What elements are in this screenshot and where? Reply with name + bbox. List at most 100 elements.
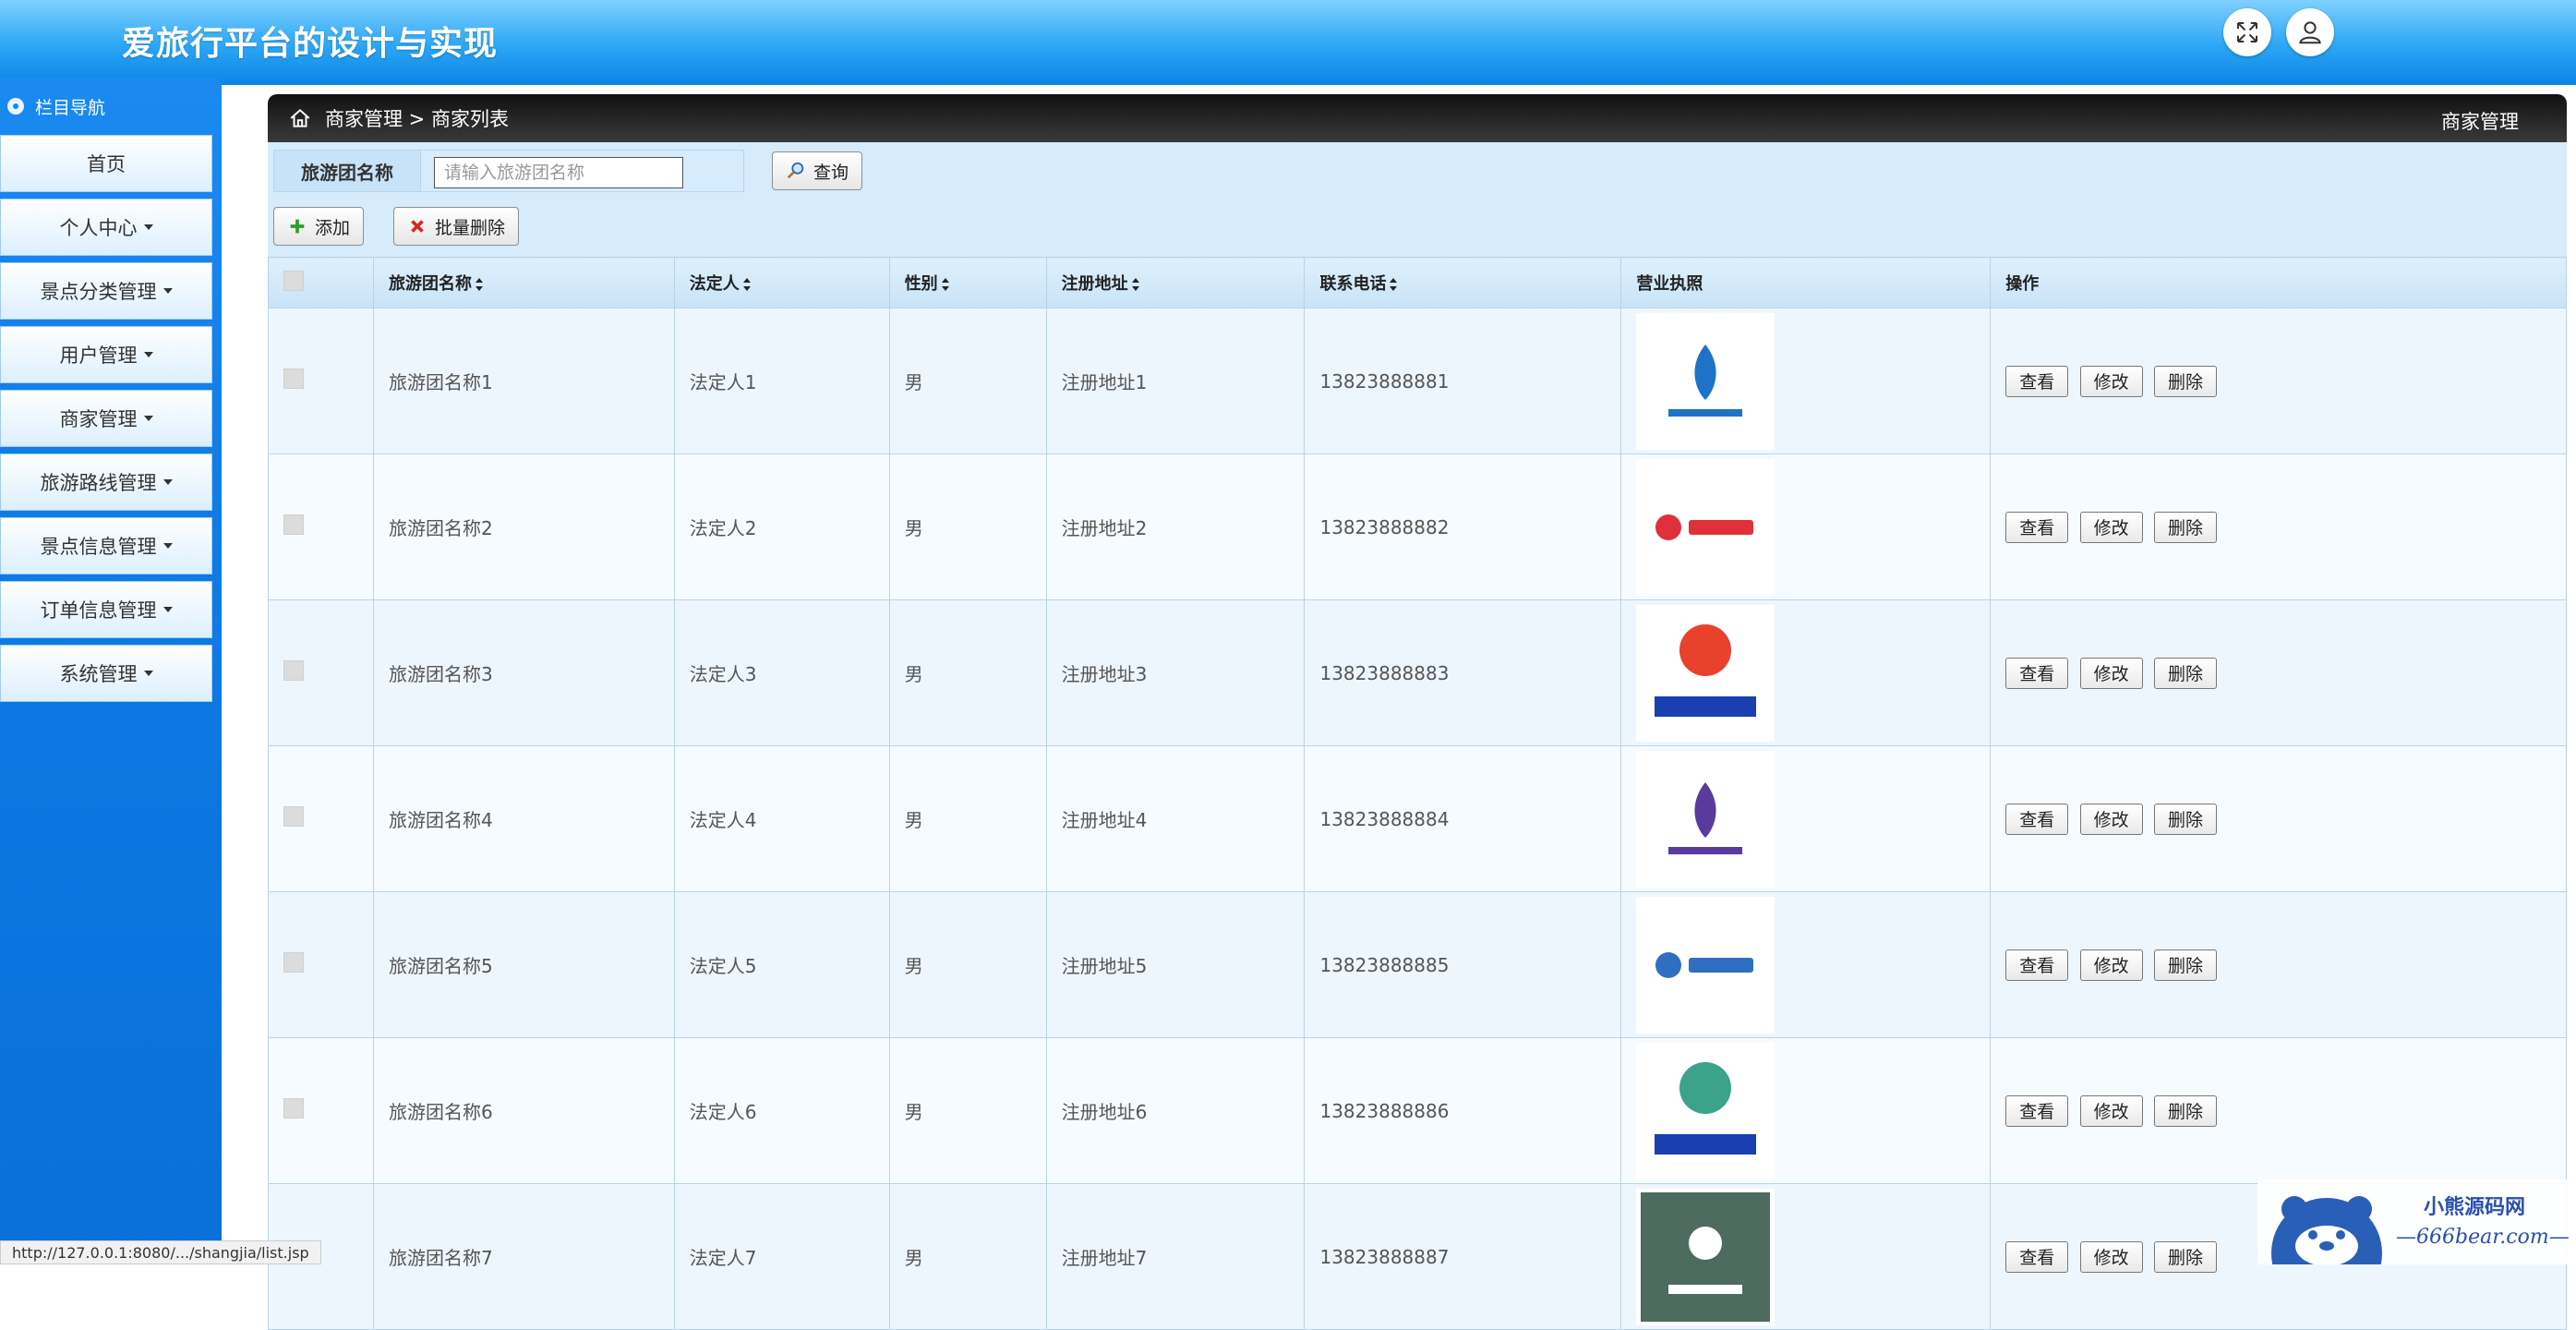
- view-button[interactable]: 查看: [2005, 1094, 2069, 1127]
- cell-legal: 法定人4: [673, 745, 890, 892]
- watermark: 小熊源码网 —666bear.com—: [2257, 1179, 2576, 1264]
- sidebar-item-routes[interactable]: 旅游路线管理: [0, 453, 212, 511]
- cell-legal: 法定人2: [673, 453, 890, 600]
- sort-icon: [1131, 278, 1139, 291]
- sidebar-item-users[interactable]: 用户管理: [0, 326, 212, 383]
- edit-button[interactable]: 修改: [2079, 1240, 2143, 1273]
- cell-address: 注册地址2: [1045, 453, 1306, 600]
- cell-name: 旅游团名称6: [372, 1037, 675, 1184]
- caret-down-icon: [143, 671, 153, 676]
- sidebar: 栏目导航 首页 个人中心 景点分类管理 用户管理 商家管理 旅游路线管理 景点信…: [0, 78, 222, 1264]
- edit-button[interactable]: 修改: [2079, 949, 2143, 981]
- main-content: 商家管理 > 商家列表 商家管理 旅游团名称 查询 添加 批量删除: [268, 94, 2567, 1330]
- column-header-legal[interactable]: 法定人: [673, 257, 890, 308]
- batch-delete-button[interactable]: 批量删除: [393, 207, 520, 246]
- select-all-checkbox[interactable]: [283, 270, 304, 291]
- cell-actions: 查看 修改 删除: [1990, 1037, 2567, 1184]
- caret-down-icon: [163, 607, 173, 612]
- cell-legal: 法定人1: [673, 308, 890, 454]
- cell-phone: 13823888886: [1304, 1037, 1622, 1184]
- row-checkbox[interactable]: [283, 514, 304, 535]
- sidebar-item-personal-center[interactable]: 个人中心: [0, 199, 212, 256]
- license-image: [1636, 458, 1776, 596]
- view-button[interactable]: 查看: [2005, 511, 2069, 543]
- table-row: 旅游团名称6 法定人6 男 注册地址6 13823888886 查看 修改 删除: [268, 1037, 2567, 1184]
- sidebar-item-home[interactable]: 首页: [0, 135, 212, 192]
- row-checkbox[interactable]: [283, 369, 304, 389]
- cell-phone: 13823888881: [1304, 308, 1622, 454]
- cell-gender: 男: [888, 599, 1047, 746]
- edit-button[interactable]: 修改: [2079, 365, 2143, 397]
- row-checkbox[interactable]: [283, 952, 304, 973]
- delete-button[interactable]: 删除: [2153, 1094, 2217, 1127]
- column-header-phone[interactable]: 联系电话: [1304, 257, 1622, 308]
- row-checkbox[interactable]: [283, 1098, 304, 1118]
- license-logo-icon: [1655, 951, 1754, 978]
- cell-name: 旅游团名称7: [372, 1183, 675, 1330]
- delete-button[interactable]: 删除: [2153, 657, 2217, 689]
- sort-icon: [475, 278, 483, 291]
- add-button[interactable]: 添加: [273, 207, 365, 246]
- delete-button[interactable]: 删除: [2153, 1240, 2217, 1273]
- toolbar-area: 旅游团名称 查询 添加 批量删除: [268, 142, 2567, 257]
- cell-legal: 法定人6: [673, 1037, 890, 1184]
- delete-button[interactable]: 删除: [2153, 949, 2217, 981]
- cell-address: 注册地址1: [1045, 308, 1306, 454]
- sidebar-item-merchants[interactable]: 商家管理: [0, 390, 212, 447]
- row-checkbox[interactable]: [283, 660, 304, 681]
- sidebar-item-orders[interactable]: 订单信息管理: [0, 581, 212, 638]
- table-header-row: 旅游团名称 法定人 性别 注册地址 联系电话 营业执照 操作: [268, 257, 2567, 308]
- table-row: 旅游团名称3 法定人3 男 注册地址3 13823888883 查看 修改 删除: [268, 599, 2567, 746]
- delete-button[interactable]: 删除: [2153, 365, 2217, 397]
- cell-phone: 13823888885: [1304, 891, 1622, 1038]
- status-url: http://127.0.0.1:8080/.../shangjia/list.…: [0, 1240, 321, 1264]
- delete-button[interactable]: 删除: [2153, 511, 2217, 543]
- cell-gender: 男: [888, 745, 1047, 892]
- table-row: 旅游团名称5 法定人5 男 注册地址5 13823888885 查看 修改 删除: [268, 891, 2567, 1038]
- view-button[interactable]: 查看: [2005, 1240, 2069, 1273]
- column-header-name[interactable]: 旅游团名称: [372, 257, 675, 308]
- cell-phone: 13823888883: [1304, 599, 1622, 746]
- view-button[interactable]: 查看: [2005, 803, 2069, 835]
- edit-button[interactable]: 修改: [2079, 657, 2143, 689]
- cell-gender: 男: [888, 1183, 1047, 1330]
- cell-gender: 男: [888, 1037, 1047, 1184]
- view-button[interactable]: 查看: [2005, 365, 2069, 397]
- column-header-license: 营业执照: [1620, 257, 1992, 308]
- edit-button[interactable]: 修改: [2079, 1094, 2143, 1127]
- cell-legal: 法定人7: [673, 1183, 890, 1330]
- sidebar-item-scenic-info[interactable]: 景点信息管理: [0, 517, 212, 574]
- search-button[interactable]: 查询: [772, 151, 863, 190]
- license-image: [1636, 896, 1776, 1034]
- nav-dot-icon: [7, 98, 24, 115]
- view-button[interactable]: 查看: [2005, 657, 2069, 689]
- cell-name: 旅游团名称1: [372, 308, 675, 454]
- app-title: 爱旅行平台的设计与实现: [122, 25, 499, 63]
- home-icon[interactable]: [288, 106, 312, 130]
- sidebar-heading: 栏目导航: [0, 78, 222, 135]
- view-button[interactable]: 查看: [2005, 949, 2069, 981]
- sort-icon: [742, 278, 751, 291]
- column-header-address[interactable]: 注册地址: [1045, 257, 1306, 308]
- caret-down-icon: [143, 352, 153, 357]
- cell-license: [1620, 1183, 1992, 1330]
- cell-address: 注册地址6: [1045, 1037, 1306, 1184]
- cell-license: [1620, 308, 1992, 454]
- edit-button[interactable]: 修改: [2079, 511, 2143, 543]
- sidebar-item-system[interactable]: 系统管理: [0, 645, 212, 702]
- fullscreen-button[interactable]: [2223, 8, 2271, 56]
- delete-button[interactable]: 删除: [2153, 803, 2217, 835]
- column-header-gender[interactable]: 性别: [888, 257, 1047, 308]
- user-menu-button[interactable]: [2286, 8, 2334, 56]
- sidebar-item-scenic-category[interactable]: 景点分类管理: [0, 262, 212, 320]
- cell-name: 旅游团名称3: [372, 599, 675, 746]
- license-logo-icon: [1655, 1061, 1757, 1155]
- cell-license: [1620, 891, 1992, 1038]
- row-checkbox[interactable]: [283, 806, 304, 827]
- table-row: 旅游团名称2 法定人2 男 注册地址2 13823888882 查看 修改 删除: [268, 453, 2567, 600]
- cell-actions: 查看 修改 删除: [1990, 453, 2567, 600]
- cell-legal: 法定人5: [673, 891, 890, 1038]
- edit-button[interactable]: 修改: [2079, 803, 2143, 835]
- cell-actions: 查看 修改 删除: [1990, 891, 2567, 1038]
- search-input[interactable]: [434, 157, 683, 188]
